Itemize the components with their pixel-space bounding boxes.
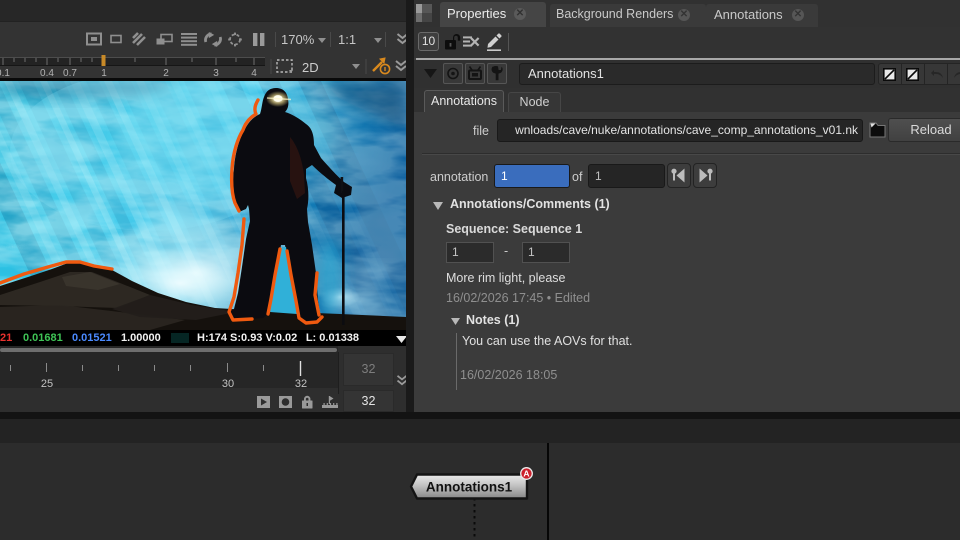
svg-text:Annotations1: Annotations1 — [426, 480, 513, 495]
svg-text:25: 25 — [41, 378, 53, 390]
svg-text:32: 32 — [295, 378, 307, 390]
svg-text:2D: 2D — [302, 60, 319, 75]
svg-text:A: A — [523, 469, 529, 479]
svg-text:30: 30 — [222, 378, 234, 390]
